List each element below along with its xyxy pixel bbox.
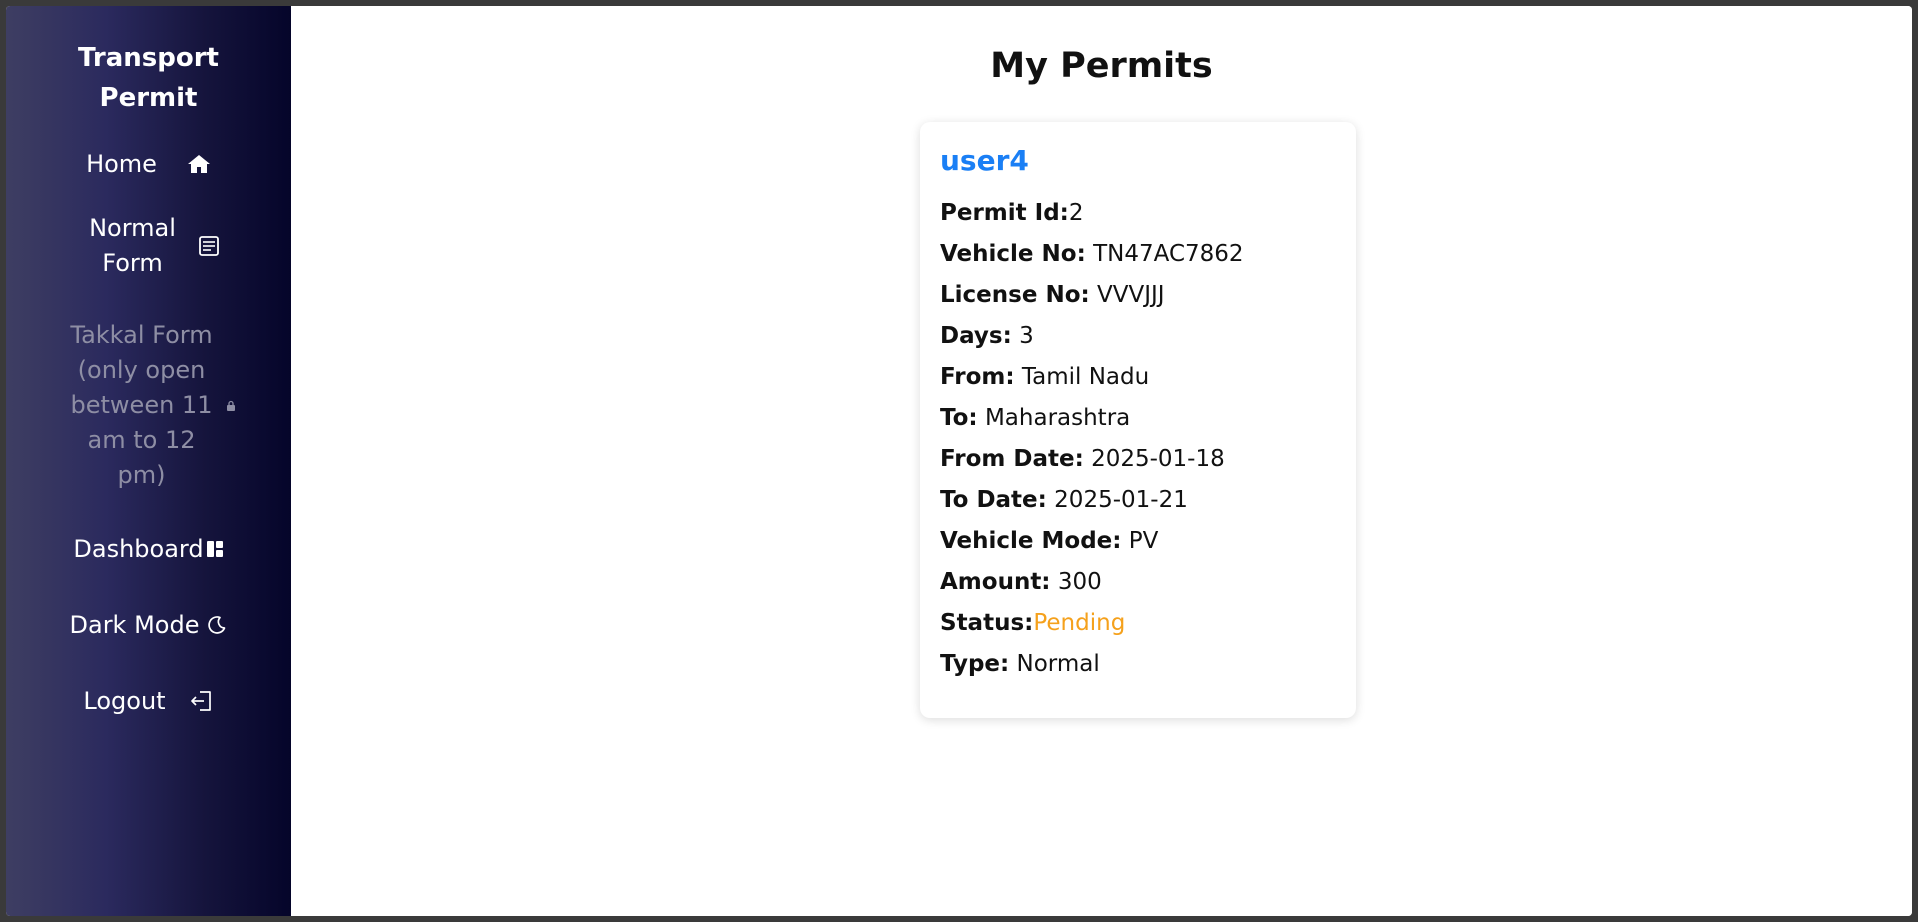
nav-logout[interactable]: Logout xyxy=(83,681,213,721)
page-title: My Permits xyxy=(990,46,1213,86)
vehicle-no-label: Vehicle No: xyxy=(940,241,1086,267)
permit-user-name: user4 xyxy=(940,144,1029,177)
amount-value: 300 xyxy=(1057,569,1102,595)
nav-dashboard[interactable]: Dashboard xyxy=(73,529,223,569)
days-label: Days: xyxy=(940,323,1012,349)
nav-normal-form[interactable]: Normal Form xyxy=(78,210,220,282)
permit-card: user4 Permit Id:2 Vehicle No: TN47AC7862… xyxy=(920,122,1356,718)
nav-normal-form-label: Normal Form xyxy=(89,214,176,277)
to-date-label: To Date: xyxy=(940,487,1047,513)
to-date-value: 2025-01-21 xyxy=(1054,487,1188,513)
permit-id-label: Permit Id: xyxy=(940,200,1069,226)
from-date-label: From Date: xyxy=(940,446,1084,472)
sidebar: Transport Permit Home Normal Form Takkal… xyxy=(6,6,291,916)
days-value: 3 xyxy=(1019,323,1034,349)
type-value: Normal xyxy=(1016,651,1100,677)
from-value: Tamil Nadu xyxy=(1021,364,1150,390)
from-date-row: From Date: 2025-01-18 xyxy=(940,439,1336,480)
vehicle-mode-row: Vehicle Mode: PV xyxy=(940,521,1336,562)
main-content: My Permits user4 Permit Id:2 Vehicle No:… xyxy=(291,6,1912,916)
brand-title: Transport Permit xyxy=(78,43,219,113)
days-row: Days: 3 xyxy=(940,316,1336,357)
status-badge: Pending xyxy=(1033,610,1126,636)
permit-id-value: 2 xyxy=(1068,200,1084,226)
dashboard-icon xyxy=(206,540,224,558)
vehicle-mode-label: Vehicle Mode: xyxy=(940,528,1122,554)
from-date-value: 2025-01-18 xyxy=(1091,446,1225,472)
home-icon xyxy=(187,153,211,175)
vehicle-no-row: Vehicle No: TN47AC7862 xyxy=(940,234,1336,275)
license-no-value: VVVJJJ xyxy=(1097,282,1165,308)
to-row: To: Maharashtra xyxy=(940,398,1336,439)
nav-takkal-form-label: Takkal Form (only open between 11 am to … xyxy=(70,321,213,489)
moon-icon xyxy=(207,615,227,635)
nav-takkal-form: Takkal Form (only open between 11 am to … xyxy=(62,318,236,493)
type-row: Type: Normal xyxy=(940,644,1336,685)
license-no-row: License No: VVVJJJ xyxy=(940,275,1336,316)
lock-icon xyxy=(226,400,236,412)
amount-row: Amount: 300 xyxy=(940,562,1336,603)
nav-home-label: Home xyxy=(86,149,157,178)
logout-icon xyxy=(190,689,214,713)
to-value: Maharashtra xyxy=(984,405,1131,431)
nav-dark-mode[interactable]: Dark Mode xyxy=(70,605,228,645)
vehicle-mode-value: PV xyxy=(1128,528,1159,554)
amount-label: Amount: xyxy=(940,569,1051,595)
status-label: Status: xyxy=(940,610,1034,636)
license-no-label: License No: xyxy=(940,282,1090,308)
vehicle-no-value: TN47AC7862 xyxy=(1093,241,1244,267)
nav-home[interactable]: Home xyxy=(86,144,211,184)
status-row: Status:Pending xyxy=(940,603,1336,644)
from-row: From: Tamil Nadu xyxy=(940,357,1336,398)
nav-dark-mode-label: Dark Mode xyxy=(69,610,200,639)
to-label: To: xyxy=(940,405,978,431)
nav-dashboard-label: Dashboard xyxy=(73,534,204,563)
from-label: From: xyxy=(940,364,1015,390)
nav-logout-label: Logout xyxy=(83,686,166,715)
to-date-row: To Date: 2025-01-21 xyxy=(940,480,1336,521)
app-window: Transport Permit Home Normal Form Takkal… xyxy=(6,6,1912,916)
permit-id-row: Permit Id:2 xyxy=(940,193,1336,234)
type-label: Type: xyxy=(940,651,1010,677)
form-icon xyxy=(198,235,220,257)
